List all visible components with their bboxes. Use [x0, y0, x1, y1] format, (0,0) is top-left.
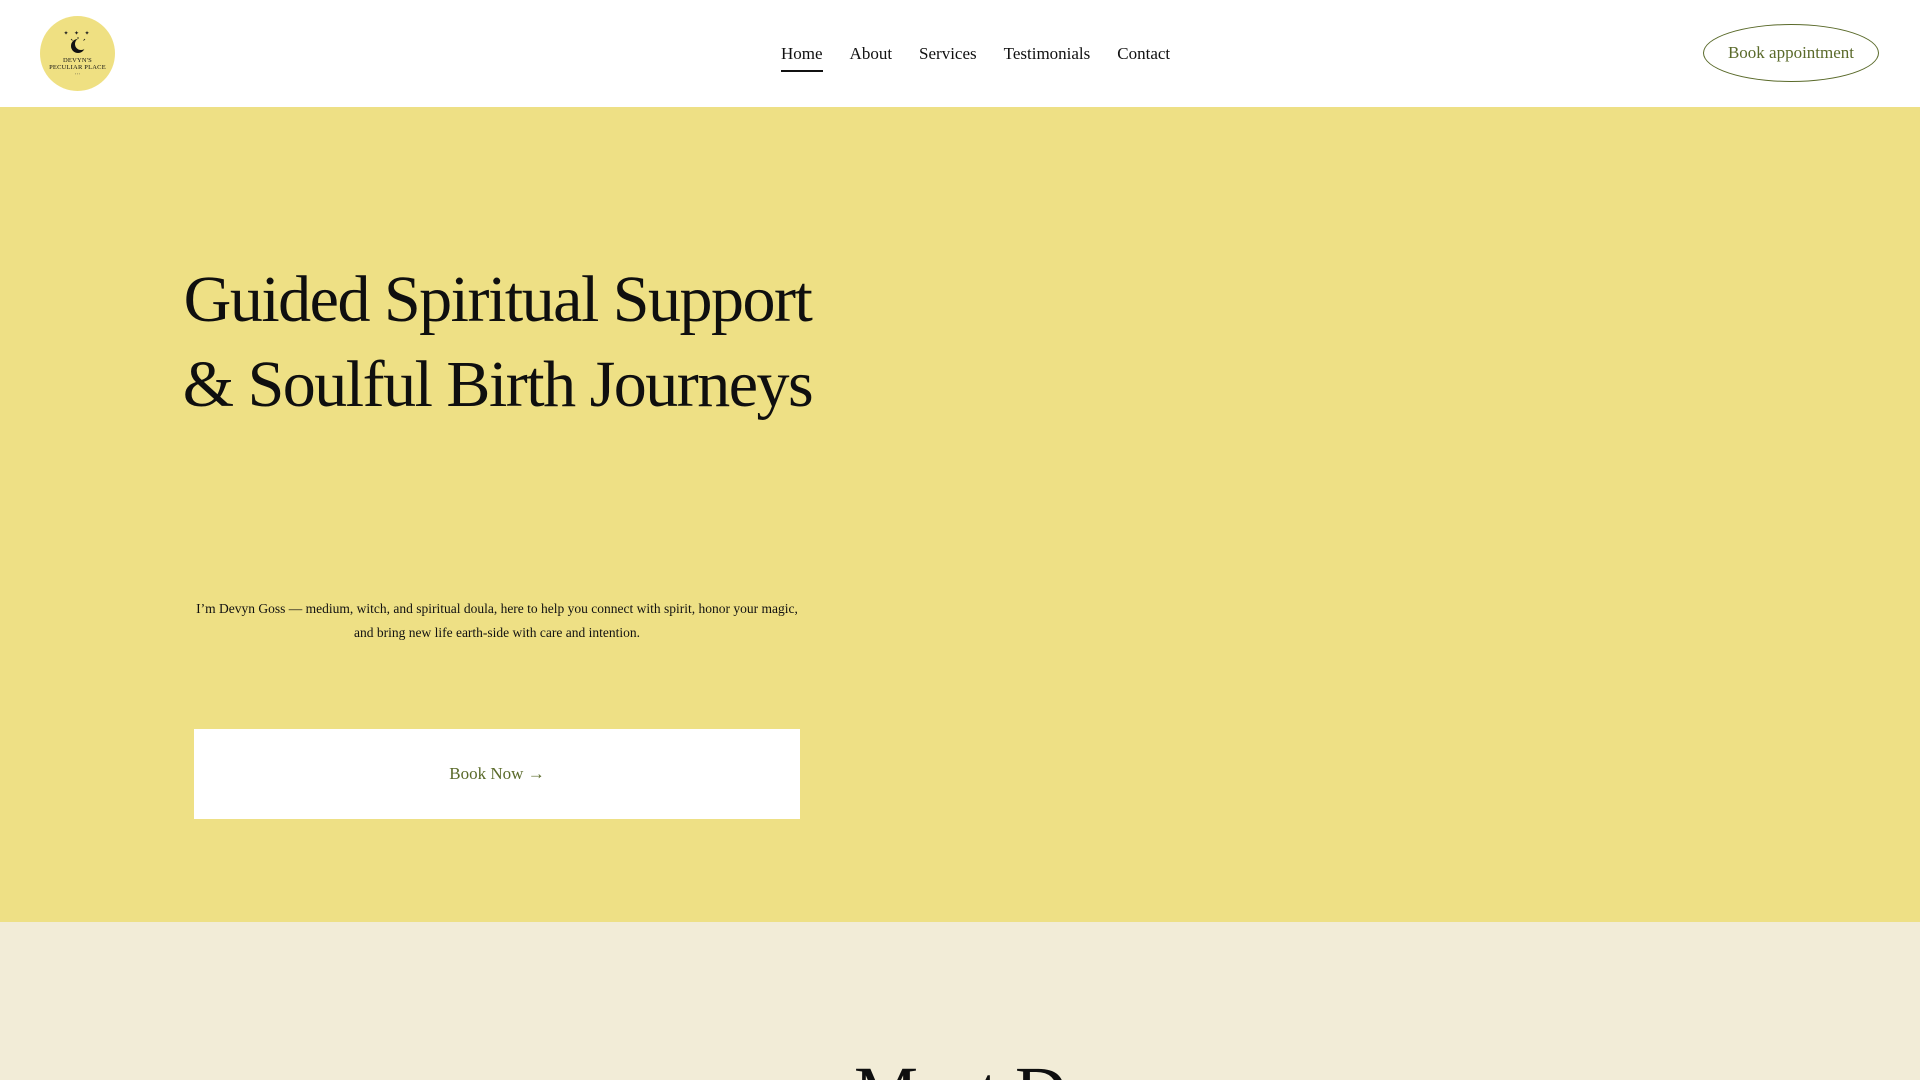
- nav-testimonials[interactable]: Testimonials: [1004, 40, 1091, 68]
- logo-tagline-mark: • • •: [75, 72, 80, 76]
- hero-section: Guided Spiritual Support & Soulful Birth…: [0, 107, 1920, 922]
- nav-home[interactable]: Home: [781, 40, 823, 72]
- about-section: Meet D: [0, 922, 1920, 1080]
- book-appointment-button[interactable]: Book appointment: [1703, 24, 1879, 82]
- nav-about[interactable]: About: [850, 40, 893, 68]
- site-logo[interactable]: ✦ ✦ ✦ DEVYN'S PECULIAR PLACE • • •: [40, 16, 115, 91]
- site-header: ✦ ✦ ✦ DEVYN'S PECULIAR PLACE • • • Home …: [0, 0, 1920, 107]
- nav-services[interactable]: Services: [919, 40, 977, 68]
- crescent-moon-icon: [70, 37, 87, 53]
- main-nav: Home About Services Testimonials Contact: [781, 0, 1170, 107]
- nav-contact[interactable]: Contact: [1117, 40, 1170, 68]
- logo-text: DEVYN'S PECULIAR PLACE: [49, 57, 106, 71]
- hero-subtitle: I’m Devyn Goss — medium, witch, and spir…: [196, 601, 798, 640]
- about-title: Meet D: [0, 1052, 1920, 1080]
- hero-title: Guided Spiritual Support & Soulful Birth…: [182, 263, 814, 421]
- book-now-button[interactable]: Book Now →: [194, 729, 800, 819]
